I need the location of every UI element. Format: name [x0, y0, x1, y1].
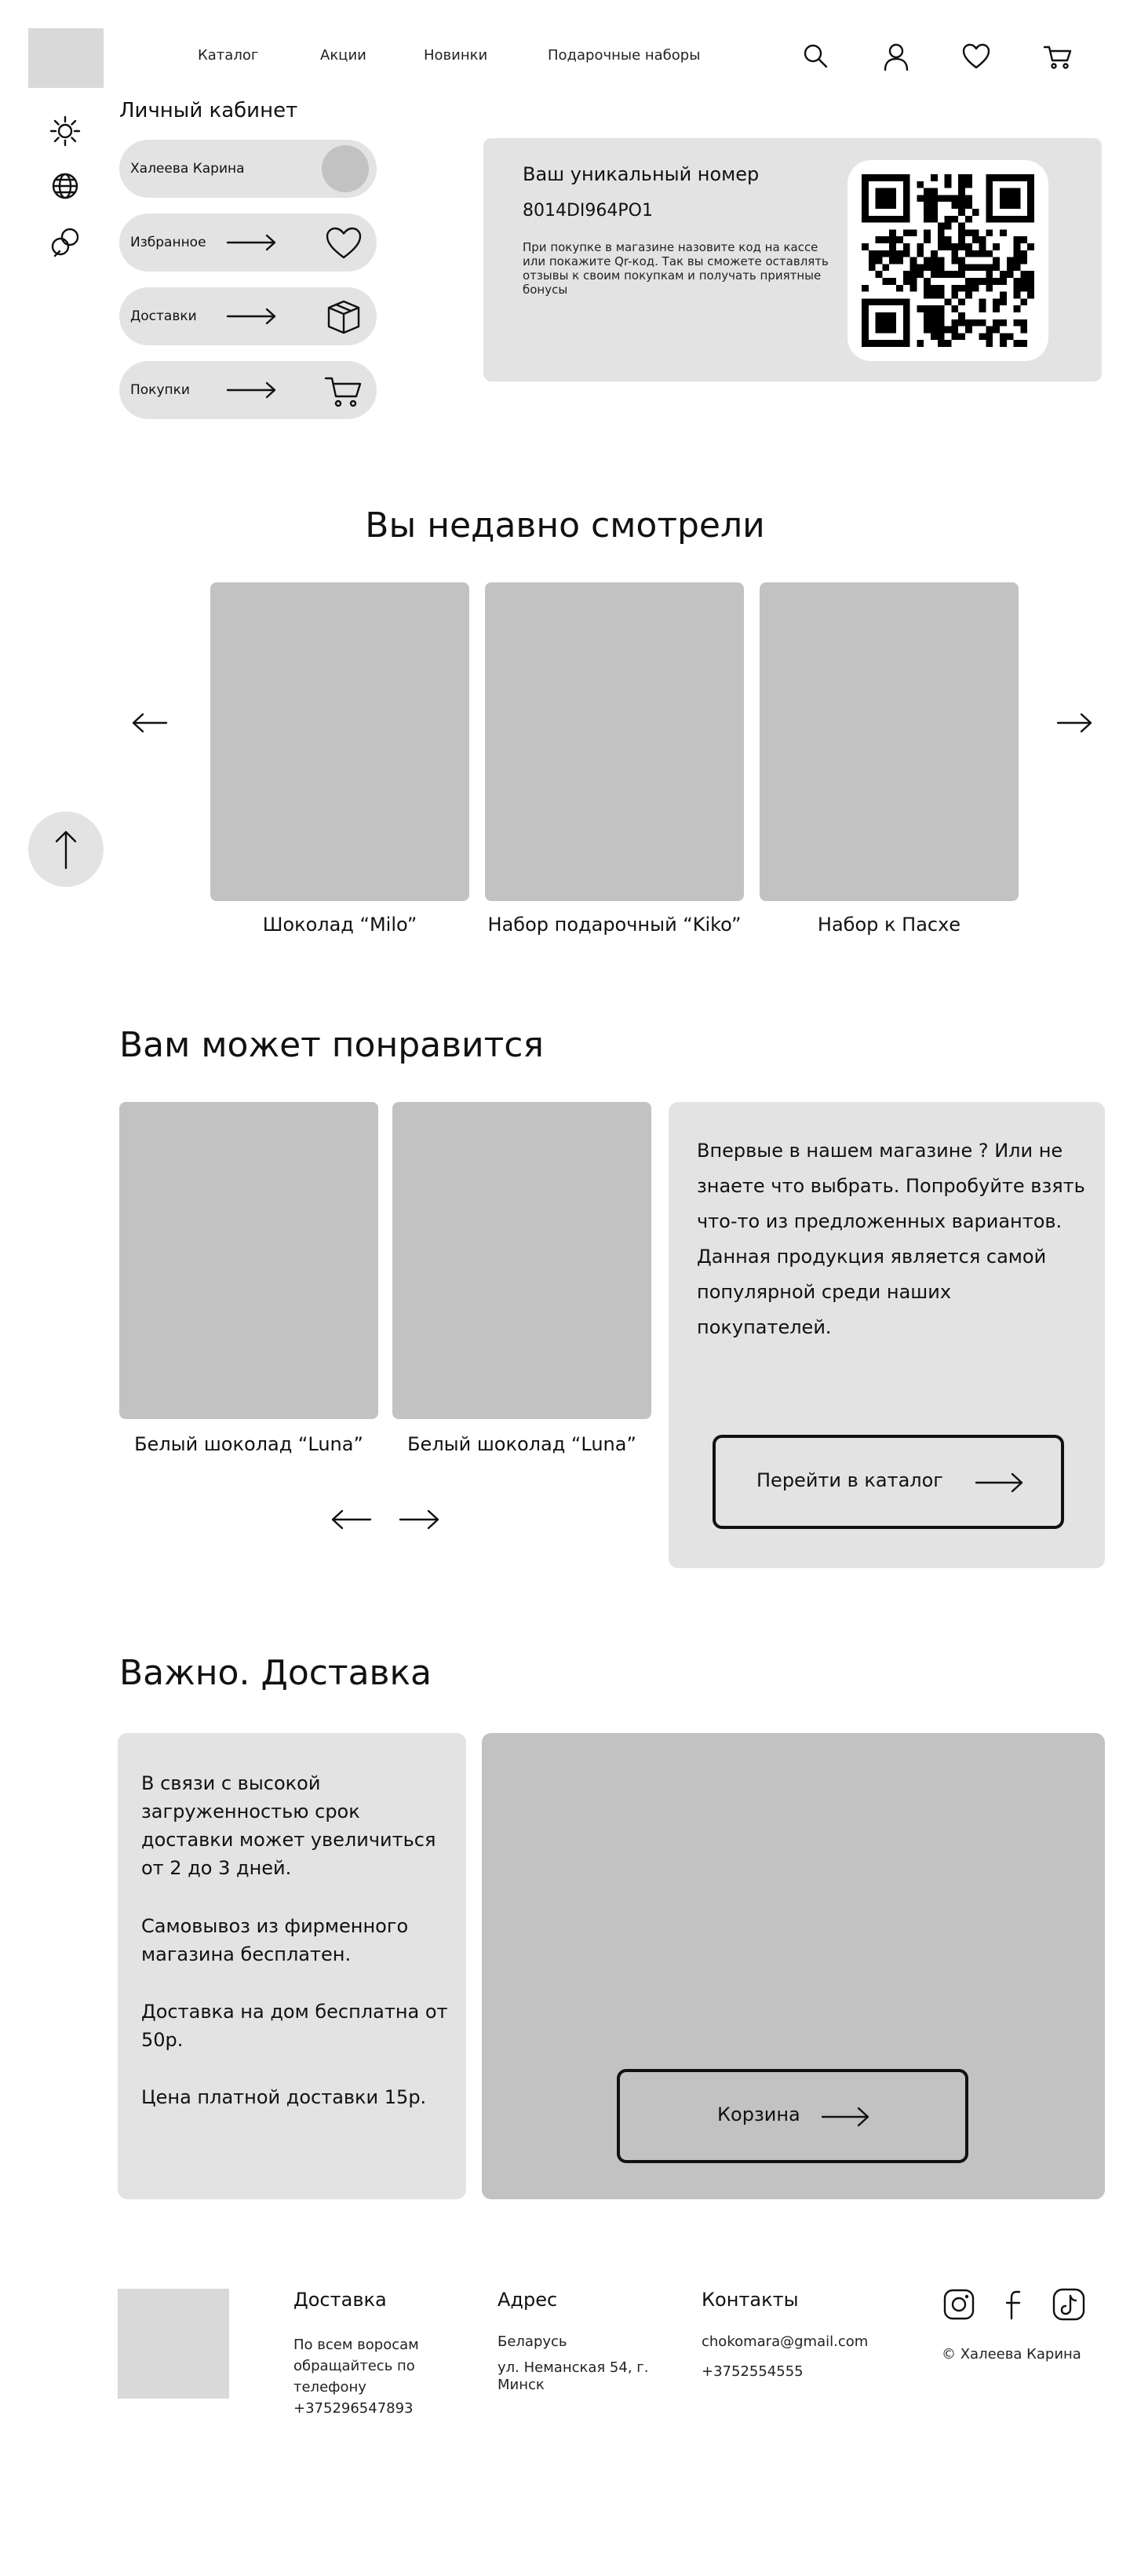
go-to-catalog-button[interactable]: Перейти в каталог — [713, 1435, 1064, 1529]
footer-address-heading: Адрес — [498, 2289, 558, 2311]
loyalty-code: 8014DI964PO1 — [523, 201, 653, 221]
sun-icon[interactable] — [49, 115, 82, 148]
product-card[interactable] — [485, 582, 744, 901]
arrow-right-icon[interactable] — [397, 1508, 441, 1531]
product-card[interactable] — [210, 582, 469, 901]
avatar[interactable] — [322, 145, 369, 192]
profile-title: Личный кабинет — [119, 99, 298, 122]
product-name[interactable]: Белый шоколад “Luna” — [392, 1433, 651, 1455]
delivery-title: Важно. Доставка — [119, 1653, 432, 1693]
qr-code — [862, 174, 1034, 347]
product-name[interactable]: Набор подарочный “Kiko” — [477, 914, 752, 936]
nav-catalog[interactable]: Каталог — [198, 47, 258, 64]
delivery-paragraph: Цена платной доставки 15р. — [141, 2086, 427, 2108]
product-name[interactable]: Шоколад “Milo” — [210, 914, 469, 936]
user-icon[interactable] — [880, 41, 912, 72]
arrow-left-icon[interactable] — [130, 711, 170, 735]
tiktok-icon[interactable] — [1052, 2287, 1086, 2322]
footer-phone[interactable]: +3752554555 — [702, 2361, 804, 2382]
loyalty-hint: При покупке в магазине назовите код на к… — [523, 240, 829, 297]
globe-icon[interactable] — [49, 170, 82, 203]
profile-item-purchases[interactable]: Покупки — [119, 361, 377, 419]
product-name[interactable]: Набор к Пасхе — [760, 914, 1019, 936]
footer-contacts-heading: Контакты — [702, 2289, 799, 2311]
search-icon[interactable] — [800, 41, 832, 72]
arrow-up-icon — [55, 830, 77, 870]
footer-email[interactable]: chokomara@gmail.com — [702, 2331, 868, 2352]
like-title: Вам может понравится — [119, 1025, 544, 1065]
footer-logo[interactable] — [118, 2289, 229, 2399]
footer-delivery-heading: Доставка — [293, 2289, 387, 2311]
box-icon — [327, 300, 360, 334]
product-card[interactable] — [760, 582, 1019, 901]
cart-icon — [324, 377, 362, 407]
copyright: © Халеева Карина — [942, 2346, 1081, 2363]
footer-address-country: Беларусь — [498, 2333, 567, 2350]
arrow-left-icon[interactable] — [330, 1508, 374, 1531]
user-name: Халеева Карина — [130, 161, 245, 177]
product-card[interactable] — [392, 1102, 651, 1419]
profile-item-label: Избранное — [130, 235, 206, 250]
recommendation-text: Впервые в нашем магазине ? Или не знаете… — [697, 1140, 1085, 1338]
palette-icon[interactable] — [49, 226, 82, 259]
profile-item-label: Покупки — [130, 382, 190, 398]
scroll-top-button[interactable] — [28, 812, 104, 887]
nav-gift-sets[interactable]: Подарочные наборы — [548, 47, 700, 64]
nav-new[interactable]: Новинки — [424, 47, 487, 64]
cart-button-label: Корзина — [717, 2103, 800, 2125]
footer-address-street: ул. Неманская 54, г. Минск — [498, 2359, 649, 2393]
profile-user-pill[interactable]: Халеева Карина — [119, 140, 377, 198]
recent-title: Вы недавно смотрели — [365, 505, 765, 545]
arrow-right-icon — [975, 1472, 1023, 1493]
heart-icon[interactable] — [960, 41, 992, 72]
arrow-right-icon — [226, 234, 276, 251]
logo[interactable] — [28, 28, 104, 88]
profile-item-label: Доставки — [130, 308, 197, 324]
delivery-paragraph: Доставка на дом бесплатна от 50р. — [141, 2001, 448, 2051]
product-card[interactable] — [119, 1102, 378, 1419]
cart-button[interactable]: Корзина — [617, 2069, 968, 2163]
profile-item-favorites[interactable]: Избранное — [119, 213, 377, 272]
delivery-paragraph: В связи с высокой загруженностью срок до… — [141, 1772, 436, 1879]
heart-icon — [326, 227, 362, 259]
profile-item-deliveries[interactable]: Доставки — [119, 287, 377, 345]
arrow-right-icon — [226, 308, 276, 325]
arrow-right-icon[interactable] — [1055, 711, 1094, 735]
product-name[interactable]: Белый шоколад “Luna” — [119, 1433, 378, 1455]
arrow-right-icon — [226, 381, 276, 399]
nav-promotions[interactable]: Акции — [320, 47, 366, 64]
footer-delivery-text: По всем воросам обращайтесь по телефону … — [293, 2337, 419, 2417]
facebook-icon[interactable] — [998, 2287, 1033, 2322]
cart-icon[interactable] — [1042, 41, 1074, 72]
go-to-catalog-label: Перейти в каталог — [756, 1469, 943, 1491]
arrow-right-icon — [821, 2107, 869, 2127]
instagram-icon[interactable] — [942, 2287, 976, 2322]
delivery-paragraph: Самовывоз из фирменного магазина бесплат… — [141, 1915, 409, 1965]
loyalty-title: Ваш уникальный номер — [523, 163, 760, 185]
